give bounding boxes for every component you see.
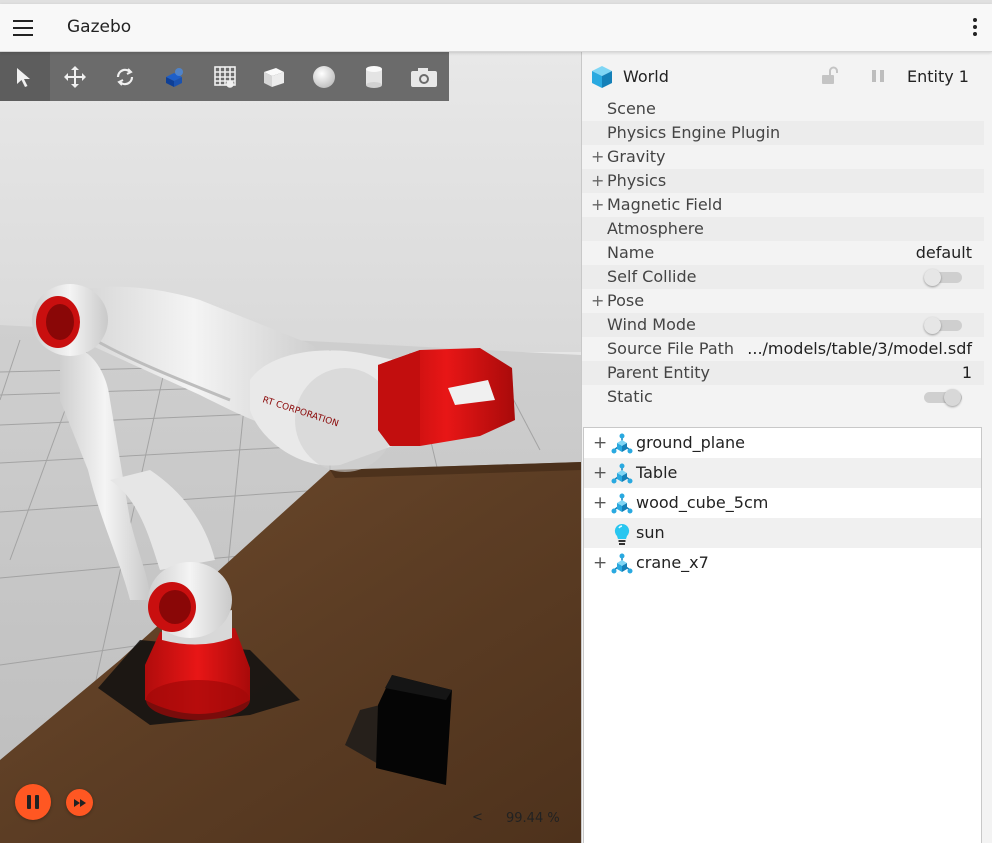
prop-name: Magnetic Field bbox=[607, 195, 723, 214]
prop-name: Physics bbox=[607, 171, 667, 190]
prop-wind-mode: Wind Mode bbox=[582, 313, 984, 337]
transform-control-icon[interactable] bbox=[150, 52, 200, 101]
tree-item-wood-cube[interactable]: + wood_cube_5cm bbox=[584, 488, 981, 518]
tree-item-label: Table bbox=[636, 463, 678, 482]
tree-item-label: crane_x7 bbox=[636, 553, 709, 572]
prop-value: default bbox=[915, 243, 972, 262]
tree-item-table[interactable]: + Table bbox=[584, 458, 981, 488]
expand-plus-icon[interactable]: + bbox=[591, 169, 604, 193]
prop-static: Static bbox=[582, 385, 984, 409]
prop-magnetic-field[interactable]: + Magnetic Field bbox=[582, 193, 984, 217]
box-shape-icon[interactable] bbox=[249, 52, 299, 101]
model-icon bbox=[611, 493, 633, 514]
step-forward-button[interactable] bbox=[66, 789, 93, 816]
prop-source-file-path: Source File Path .../models/table/3/model… bbox=[582, 337, 984, 361]
model-icon bbox=[611, 463, 633, 484]
prop-name: Scene bbox=[607, 99, 656, 118]
expand-plus-icon[interactable]: + bbox=[593, 548, 607, 578]
prop-name: Self Collide bbox=[607, 267, 697, 286]
scene-3d-viewport[interactable]: RT CORPORATION < 99.44 % bbox=[0, 52, 581, 843]
tree-item-label: wood_cube_5cm bbox=[636, 493, 769, 512]
inspector-title: World bbox=[623, 67, 669, 86]
expand-plus-icon[interactable]: + bbox=[593, 428, 607, 458]
expand-plus-icon[interactable]: + bbox=[591, 193, 604, 217]
scene-toolbar bbox=[0, 52, 449, 101]
model-icon bbox=[611, 553, 633, 574]
lock-icon[interactable] bbox=[820, 66, 838, 86]
entity-id-label: Entity 1 bbox=[907, 67, 969, 86]
cylinder-shape-icon[interactable] bbox=[349, 52, 399, 101]
real-time-factor: 99.44 % bbox=[506, 811, 560, 826]
prop-pose[interactable]: + Pose bbox=[582, 289, 984, 313]
expand-plus-icon[interactable]: + bbox=[593, 458, 607, 488]
tree-item-sun[interactable]: sun bbox=[584, 518, 981, 548]
prop-physics[interactable]: + Physics bbox=[582, 169, 984, 193]
more-options-icon[interactable] bbox=[972, 18, 978, 38]
prop-value: .../models/table/3/model.sdf bbox=[747, 339, 972, 358]
expand-plus-icon[interactable]: + bbox=[593, 488, 607, 518]
sphere-shape-icon[interactable] bbox=[299, 52, 349, 101]
prop-self-collide: Self Collide bbox=[582, 265, 984, 289]
translate-icon[interactable] bbox=[50, 52, 100, 101]
gazebo-app: Gazebo RT CORPORATION < 99.44 % World En… bbox=[0, 0, 992, 843]
static-toggle[interactable] bbox=[924, 389, 962, 406]
wind-mode-toggle[interactable] bbox=[924, 317, 962, 334]
prop-name: Gravity bbox=[607, 147, 666, 166]
expand-plus-icon[interactable]: + bbox=[591, 289, 604, 313]
prop-name: Physics Engine Plugin bbox=[607, 123, 781, 142]
prop-atmosphere[interactable]: Atmosphere bbox=[582, 217, 984, 241]
title-bar: Gazebo bbox=[0, 4, 992, 52]
prop-value: 1 bbox=[961, 363, 972, 382]
scene-render: RT CORPORATION bbox=[0, 52, 581, 843]
prop-physics-engine-plugin[interactable]: Physics Engine Plugin bbox=[582, 121, 984, 145]
tree-item-ground-plane[interactable]: + ground_plane bbox=[584, 428, 981, 458]
prop-parent-entity: Parent Entity 1 bbox=[582, 361, 984, 385]
light-bulb-icon bbox=[614, 523, 630, 545]
pause-updates-icon[interactable] bbox=[870, 69, 886, 83]
prop-name: Source File Path bbox=[607, 339, 735, 358]
rotate-icon[interactable] bbox=[100, 52, 150, 101]
grid-config-icon[interactable] bbox=[200, 52, 250, 101]
prop-name: Pose bbox=[607, 291, 645, 310]
prop-name: Parent Entity bbox=[607, 363, 711, 382]
component-inspector-header: World Entity 1 bbox=[582, 52, 992, 100]
screenshot-icon[interactable] bbox=[399, 52, 449, 101]
right-panel: World Entity 1 Scene Physics Engine Plug… bbox=[581, 52, 992, 843]
rtf-expand-chevron-icon[interactable]: < bbox=[472, 810, 483, 825]
prop-gravity[interactable]: + Gravity bbox=[582, 145, 984, 169]
world-cube-icon bbox=[592, 66, 612, 88]
model-icon bbox=[611, 433, 633, 454]
component-property-list: Scene Physics Engine Plugin + Gravity + Ph… bbox=[582, 97, 984, 409]
select-icon[interactable] bbox=[0, 52, 50, 101]
pause-button[interactable] bbox=[15, 784, 51, 820]
prop-name: Wind Mode bbox=[607, 315, 696, 334]
prop-name-row: Name default bbox=[582, 241, 984, 265]
tree-item-crane-x7[interactable]: + crane_x7 bbox=[584, 548, 981, 578]
self-collide-toggle[interactable] bbox=[924, 269, 962, 286]
tree-item-label: ground_plane bbox=[636, 433, 745, 452]
hamburger-menu-icon[interactable] bbox=[13, 20, 33, 36]
prop-name: Name bbox=[607, 243, 655, 262]
prop-name: Atmosphere bbox=[607, 219, 704, 238]
expand-plus-icon[interactable]: + bbox=[591, 145, 604, 169]
app-title: Gazebo bbox=[67, 17, 132, 37]
tree-item-label: sun bbox=[636, 523, 665, 542]
fast-forward-icon bbox=[73, 798, 86, 807]
pause-icon bbox=[27, 795, 31, 809]
entity-tree: + ground_plane + Table + wood_cube_5cm s… bbox=[583, 427, 982, 843]
prop-scene[interactable]: Scene bbox=[582, 97, 984, 121]
prop-name: Static bbox=[607, 387, 653, 406]
